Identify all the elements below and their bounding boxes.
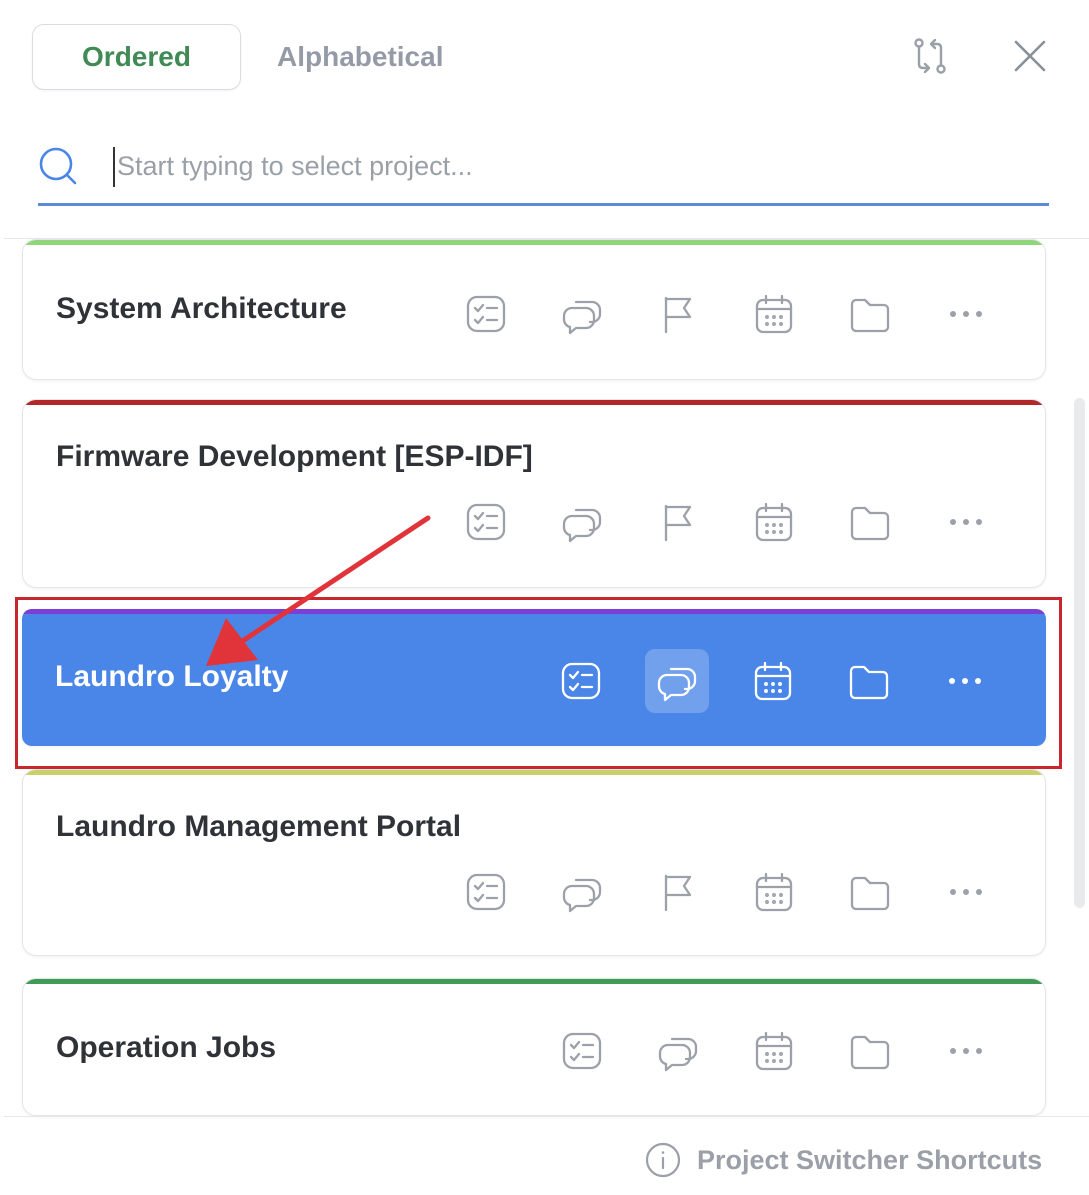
checklist-icon[interactable] bbox=[454, 490, 518, 554]
search-icon bbox=[37, 145, 81, 189]
flag-icon[interactable] bbox=[646, 490, 710, 554]
project-name: Operation Jobs bbox=[56, 1031, 277, 1064]
comments-icon[interactable] bbox=[550, 490, 614, 554]
comments-icon[interactable] bbox=[645, 649, 709, 713]
project-color-bar bbox=[23, 979, 1045, 984]
close-icon[interactable] bbox=[1008, 34, 1052, 78]
checklist-icon[interactable] bbox=[454, 860, 518, 924]
divider bbox=[4, 1116, 1089, 1117]
project-card[interactable]: Laundro Management Portal bbox=[22, 769, 1046, 956]
comments-icon[interactable] bbox=[550, 282, 614, 346]
project-name: System Architecture bbox=[56, 292, 347, 325]
tab-alphabetical-label: Alphabetical bbox=[277, 41, 444, 72]
checklist-icon[interactable] bbox=[454, 282, 518, 346]
folder-icon[interactable] bbox=[838, 1019, 902, 1083]
tab-alphabetical[interactable]: Alphabetical bbox=[262, 24, 458, 90]
checklist-icon[interactable] bbox=[550, 1019, 614, 1083]
shortcuts-label: Project Switcher Shortcuts bbox=[697, 1144, 1043, 1175]
project-name: Firmware Development [ESP-IDF] bbox=[56, 440, 533, 473]
folder-icon[interactable] bbox=[837, 649, 901, 713]
more-icon[interactable] bbox=[934, 1019, 998, 1083]
tab-ordered[interactable]: Ordered bbox=[32, 24, 241, 90]
calendar-icon[interactable] bbox=[741, 649, 805, 713]
folder-icon[interactable] bbox=[838, 490, 902, 554]
project-card[interactable]: System Architecture bbox=[22, 239, 1046, 380]
checklist-icon[interactable] bbox=[549, 649, 613, 713]
project-name: Laundro Management Portal bbox=[56, 810, 462, 843]
info-icon bbox=[645, 1142, 681, 1178]
project-color-bar bbox=[23, 400, 1045, 405]
project-color-bar bbox=[22, 609, 1046, 614]
project-color-bar bbox=[23, 770, 1045, 775]
comments-icon[interactable] bbox=[646, 1019, 710, 1083]
project-name: Laundro Loyalty bbox=[55, 660, 289, 693]
calendar-icon[interactable] bbox=[742, 1019, 806, 1083]
flag-icon[interactable] bbox=[646, 860, 710, 924]
project-card[interactable]: Laundro Loyalty bbox=[22, 609, 1046, 746]
shortcuts-link[interactable]: Project Switcher Shortcuts bbox=[645, 1138, 1042, 1182]
folder-icon[interactable] bbox=[838, 860, 902, 924]
more-icon[interactable] bbox=[934, 490, 998, 554]
more-icon[interactable] bbox=[933, 649, 997, 713]
more-icon[interactable] bbox=[934, 860, 998, 924]
search-bar bbox=[38, 130, 1049, 206]
comments-icon[interactable] bbox=[550, 860, 614, 924]
scrollbar[interactable] bbox=[1074, 398, 1085, 908]
swap-icon[interactable] bbox=[908, 34, 952, 78]
calendar-icon[interactable] bbox=[742, 490, 806, 554]
project-card[interactable]: Firmware Development [ESP-IDF] bbox=[22, 399, 1046, 588]
calendar-icon[interactable] bbox=[742, 860, 806, 924]
folder-icon[interactable] bbox=[838, 282, 902, 346]
more-icon[interactable] bbox=[934, 282, 998, 346]
search-input[interactable] bbox=[113, 146, 1013, 187]
calendar-icon[interactable] bbox=[742, 282, 806, 346]
flag-icon[interactable] bbox=[646, 282, 710, 346]
tab-ordered-label: Ordered bbox=[82, 41, 191, 72]
project-card[interactable]: Operation Jobs bbox=[22, 978, 1046, 1116]
project-color-bar bbox=[23, 240, 1045, 245]
